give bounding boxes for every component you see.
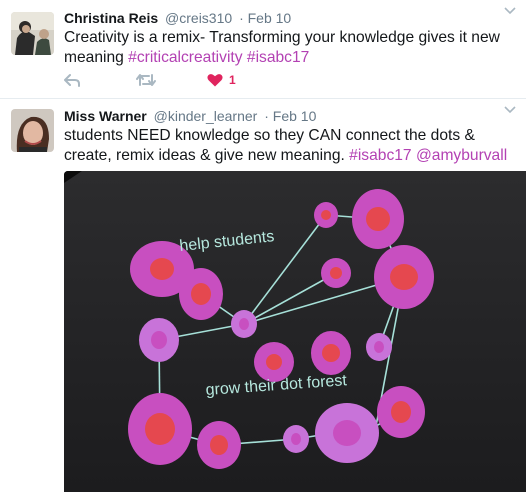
tweet-body: students NEED knowledge so they CAN conn… (64, 127, 475, 164)
heart-icon (207, 74, 223, 87)
tweet-date[interactable]: · Feb 10 (239, 10, 291, 26)
hashtag-link[interactable]: #isabc17 (349, 147, 411, 164)
hashtag-link[interactable]: #isabc17 (247, 49, 309, 66)
retweet-button[interactable] (136, 70, 156, 90)
tweet-date[interactable]: · Feb 10 (264, 108, 316, 124)
chevron-down-icon[interactable] (504, 7, 516, 15)
chevron-down-icon[interactable] (504, 106, 516, 114)
user-handle[interactable]: @kinder_learner (154, 108, 258, 124)
tweet-media-photo[interactable]: help students grow their dot forest (64, 171, 526, 492)
tweet-text: Creativity is a remix- Transforming your… (64, 28, 514, 68)
user-name[interactable]: Miss Warner (64, 108, 147, 124)
hashtag-link[interactable]: #criticalcreativity (128, 49, 242, 66)
avatar[interactable] (11, 109, 54, 152)
user-handle[interactable]: @creis310 (165, 10, 232, 26)
like-count: 1 (229, 73, 236, 87)
photo-slide-graphic: help students grow their dot forest (64, 171, 526, 492)
reply-icon (64, 74, 80, 87)
retweet-icon (136, 74, 156, 86)
avatar[interactable] (11, 12, 54, 55)
reply-button[interactable] (64, 70, 80, 90)
tweet-text: students NEED knowledge so they CAN conn… (64, 126, 514, 166)
like-button[interactable]: 1 (207, 70, 236, 90)
tweet-miss-warner[interactable]: Miss Warner @kinder_learner · Feb 10 stu… (0, 99, 526, 492)
user-name[interactable]: Christina Reis (64, 10, 158, 26)
tweet-actions: 1 (64, 70, 364, 90)
mention-link[interactable]: @amyburvall (416, 147, 507, 164)
tweet-christina-reis[interactable]: Christina Reis @creis310 · Feb 10 Creati… (0, 0, 526, 99)
